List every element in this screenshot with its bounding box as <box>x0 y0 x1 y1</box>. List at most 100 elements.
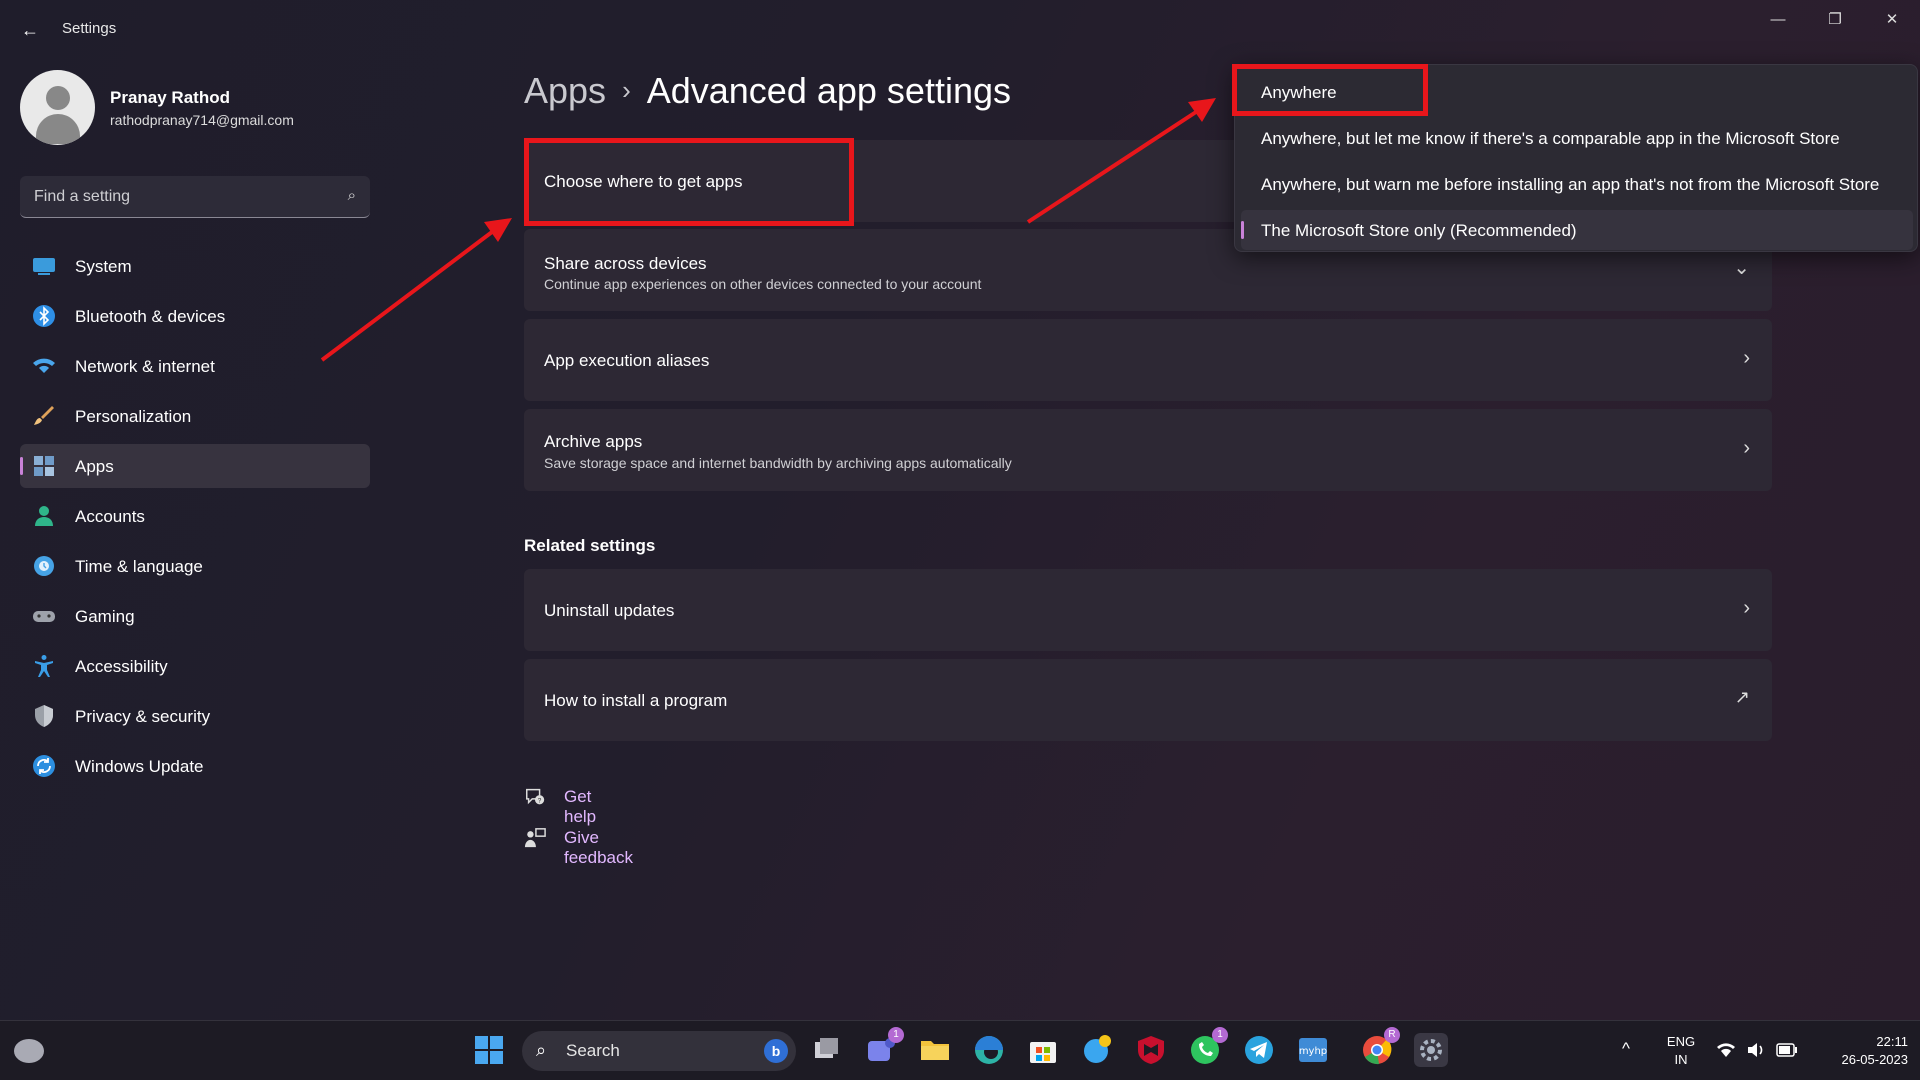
clock-time: 22:11 <box>1876 1034 1908 1049</box>
gamepad-icon <box>33 611 55 622</box>
arrow-head-choose-apps <box>484 218 512 242</box>
clock-date: 26-05-2023 <box>1841 1052 1909 1067</box>
chevron-down-icon: ⌄ <box>1733 257 1750 279</box>
uninstall-updates-card[interactable]: Uninstall updates › <box>524 569 1772 651</box>
card-title: How to install a program <box>544 691 728 710</box>
sidebar-item-label: Bluetooth & devices <box>75 307 226 326</box>
sidebar-item-label: Time & language <box>75 557 203 576</box>
profile-name: Pranay Rathod <box>110 88 230 107</box>
whatsapp-icon[interactable]: 1 <box>1188 1027 1228 1067</box>
close-button[interactable]: ✕ <box>1872 8 1912 32</box>
sidebar-item-label: System <box>75 257 132 276</box>
sidebar-item-bluetooth[interactable]: Bluetooth & devices <box>20 294 370 338</box>
search-input[interactable]: Find a setting ⌕ <box>20 176 370 218</box>
feedback-icon <box>524 828 546 848</box>
maximize-button[interactable]: ❐ <box>1815 8 1855 32</box>
arrow-head-anywhere <box>1188 98 1216 122</box>
sidebar-item-label: Accounts <box>75 507 145 526</box>
language-indicator[interactable]: ENG IN <box>1664 1033 1698 1069</box>
settings-icon[interactable] <box>1414 1033 1448 1067</box>
chrome-icon[interactable]: R <box>1360 1027 1400 1067</box>
option-store-only[interactable]: The Microsoft Store only (Recommended) <box>1241 210 1913 250</box>
help-icon: ? <box>526 788 545 805</box>
teams-icon[interactable]: 1 <box>864 1027 904 1067</box>
avatar <box>20 70 95 145</box>
sidebar-item-apps[interactable]: Apps <box>20 444 370 488</box>
sidebar-item-label: Personalization <box>75 407 192 426</box>
card-title: App execution aliases <box>544 351 710 370</box>
card-title: Archive apps <box>544 432 643 451</box>
sidebar-item-privacy-security[interactable]: Privacy & security <box>20 694 370 738</box>
wifi-icon[interactable] <box>1716 1041 1736 1059</box>
sidebar-item-label: Privacy & security <box>75 707 211 726</box>
user-profile[interactable]: Pranay Rathod rathodpranay714@gmail.com <box>20 70 380 146</box>
card-subtitle: Save storage space and internet bandwidt… <box>544 455 1012 471</box>
chevron-right-icon: › <box>1743 347 1750 369</box>
sidebar-item-network[interactable]: Network & internet <box>20 344 370 388</box>
update-icon <box>33 755 55 777</box>
edge-icon[interactable] <box>972 1033 1006 1067</box>
sidebar-item-label: Apps <box>75 457 114 476</box>
store-icon[interactable] <box>1026 1033 1060 1067</box>
profile-email: rathodpranay714@gmail.com <box>110 112 294 128</box>
myhp-icon[interactable]: myhp <box>1296 1033 1330 1067</box>
sidebar-item-accessibility[interactable]: Accessibility <box>20 644 370 688</box>
battery-icon[interactable] <box>1776 1043 1798 1057</box>
option-label: The Microsoft Store only (Recommended) <box>1261 221 1577 240</box>
file-explorer-icon[interactable] <box>918 1033 952 1067</box>
option-anywhere-let-me-know[interactable]: Anywhere, but let me know if there's a c… <box>1241 118 1913 158</box>
whatsapp-badge: 1 <box>1212 1027 1228 1043</box>
taskbar: ⌕ Search b 1 1 myhp R ^ ENG IN 22:11 26-… <box>0 1020 1920 1080</box>
taskbar-search-label: Search <box>566 1041 620 1060</box>
taskbar-search[interactable]: ⌕ Search b <box>522 1031 796 1071</box>
card-title: Share across devices <box>544 254 707 273</box>
card-title: Uninstall updates <box>544 601 675 620</box>
telegram-icon[interactable] <box>1242 1033 1276 1067</box>
mcafee-icon[interactable] <box>1134 1033 1168 1067</box>
show-hidden-icons-chevron[interactable]: ^ <box>1622 1039 1630 1059</box>
minimize-button[interactable]: — <box>1758 8 1798 32</box>
volume-icon[interactable] <box>1746 1041 1766 1059</box>
search-icon: ⌕ <box>536 1040 547 1060</box>
related-settings-heading: Related settings <box>524 536 656 555</box>
breadcrumb-separator: › <box>622 75 631 105</box>
weather-widget-icon[interactable] <box>14 1039 44 1063</box>
search-placeholder: Find a setting <box>34 188 131 205</box>
get-help-label: Get help <box>564 787 597 826</box>
language-code: ENG <box>1666 1034 1696 1049</box>
sidebar-item-windows-update[interactable]: Windows Update <box>20 744 370 788</box>
sidebar-item-time-language[interactable]: Time & language <box>20 544 370 588</box>
task-view-icon[interactable] <box>810 1033 844 1067</box>
bing-icon[interactable]: b <box>764 1039 788 1063</box>
option-label: Anywhere, but let me know if there's a c… <box>1261 129 1840 148</box>
sidebar-item-system[interactable]: System <box>20 244 370 288</box>
highlight-box-anywhere <box>1232 64 1428 116</box>
brush-icon <box>34 406 54 425</box>
bluetooth-icon <box>33 305 55 327</box>
search-icon: ⌕ <box>347 187 356 204</box>
shield-icon <box>35 705 53 727</box>
sidebar-item-label: Accessibility <box>75 657 168 676</box>
back-button[interactable]: ← <box>18 18 42 42</box>
option-anywhere-warn-me[interactable]: Anywhere, but warn me before installing … <box>1241 164 1913 204</box>
wifi-icon <box>33 358 55 373</box>
how-to-install-program-card[interactable]: How to install a program ↗ <box>524 659 1772 741</box>
breadcrumb-apps[interactable]: Apps <box>524 70 606 111</box>
sidebar-item-label: Gaming <box>75 607 135 626</box>
sidebar-item-personalization[interactable]: Personalization <box>20 394 370 438</box>
archive-apps-card[interactable]: Archive apps Save storage space and inte… <box>524 409 1772 491</box>
sidebar-item-gaming[interactable]: Gaming <box>20 594 370 638</box>
sidebar-item-accounts[interactable]: Accounts <box>20 494 370 538</box>
app-title: Settings <box>62 20 117 37</box>
sidebar-item-label: Network & internet <box>75 357 215 376</box>
tips-icon[interactable] <box>1080 1033 1114 1067</box>
accounts-icon <box>35 506 53 526</box>
breadcrumb: Apps › Advanced app settings <box>524 70 1011 112</box>
app-execution-aliases-card[interactable]: App execution aliases › <box>524 319 1772 401</box>
region-code: IN <box>1674 1052 1688 1067</box>
highlight-box-choose-apps <box>524 138 854 226</box>
clock[interactable]: 22:11 26-05-2023 <box>1808 1033 1909 1069</box>
svg-text:myhp: myhp <box>1299 1046 1327 1057</box>
card-subtitle: Continue app experiences on other device… <box>544 276 982 292</box>
start-icon[interactable] <box>472 1033 506 1067</box>
